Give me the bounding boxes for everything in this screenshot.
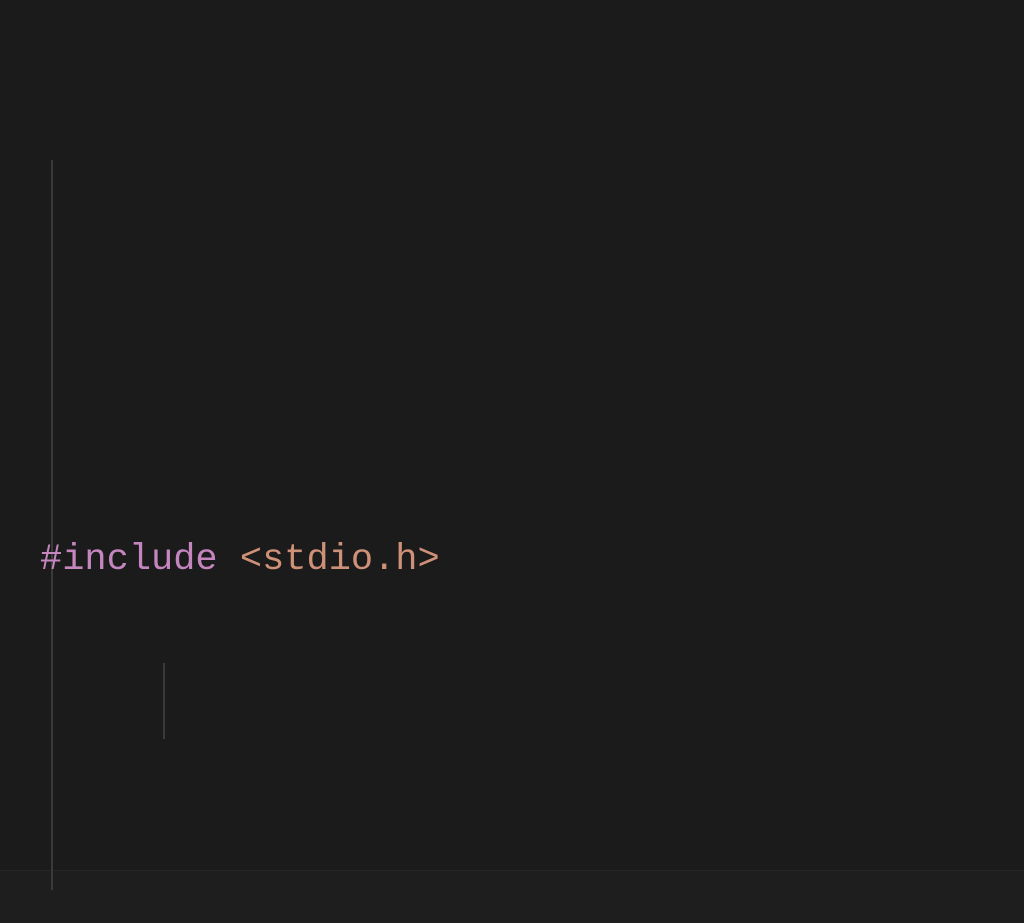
code-line-blank bbox=[40, 812, 1024, 884]
indent-guide-2 bbox=[163, 663, 165, 739]
token-header-name: stdio.h bbox=[262, 539, 417, 581]
code-editor[interactable]: #include <stdio.h> int main(){ int a = 0… bbox=[0, 0, 1024, 923]
code-line: #include <stdio.h> bbox=[40, 524, 1024, 596]
token-angle-close: > bbox=[418, 539, 440, 581]
token-space bbox=[218, 539, 240, 581]
token-preprocessor: #include bbox=[40, 539, 218, 581]
token-angle-open: < bbox=[240, 539, 262, 581]
